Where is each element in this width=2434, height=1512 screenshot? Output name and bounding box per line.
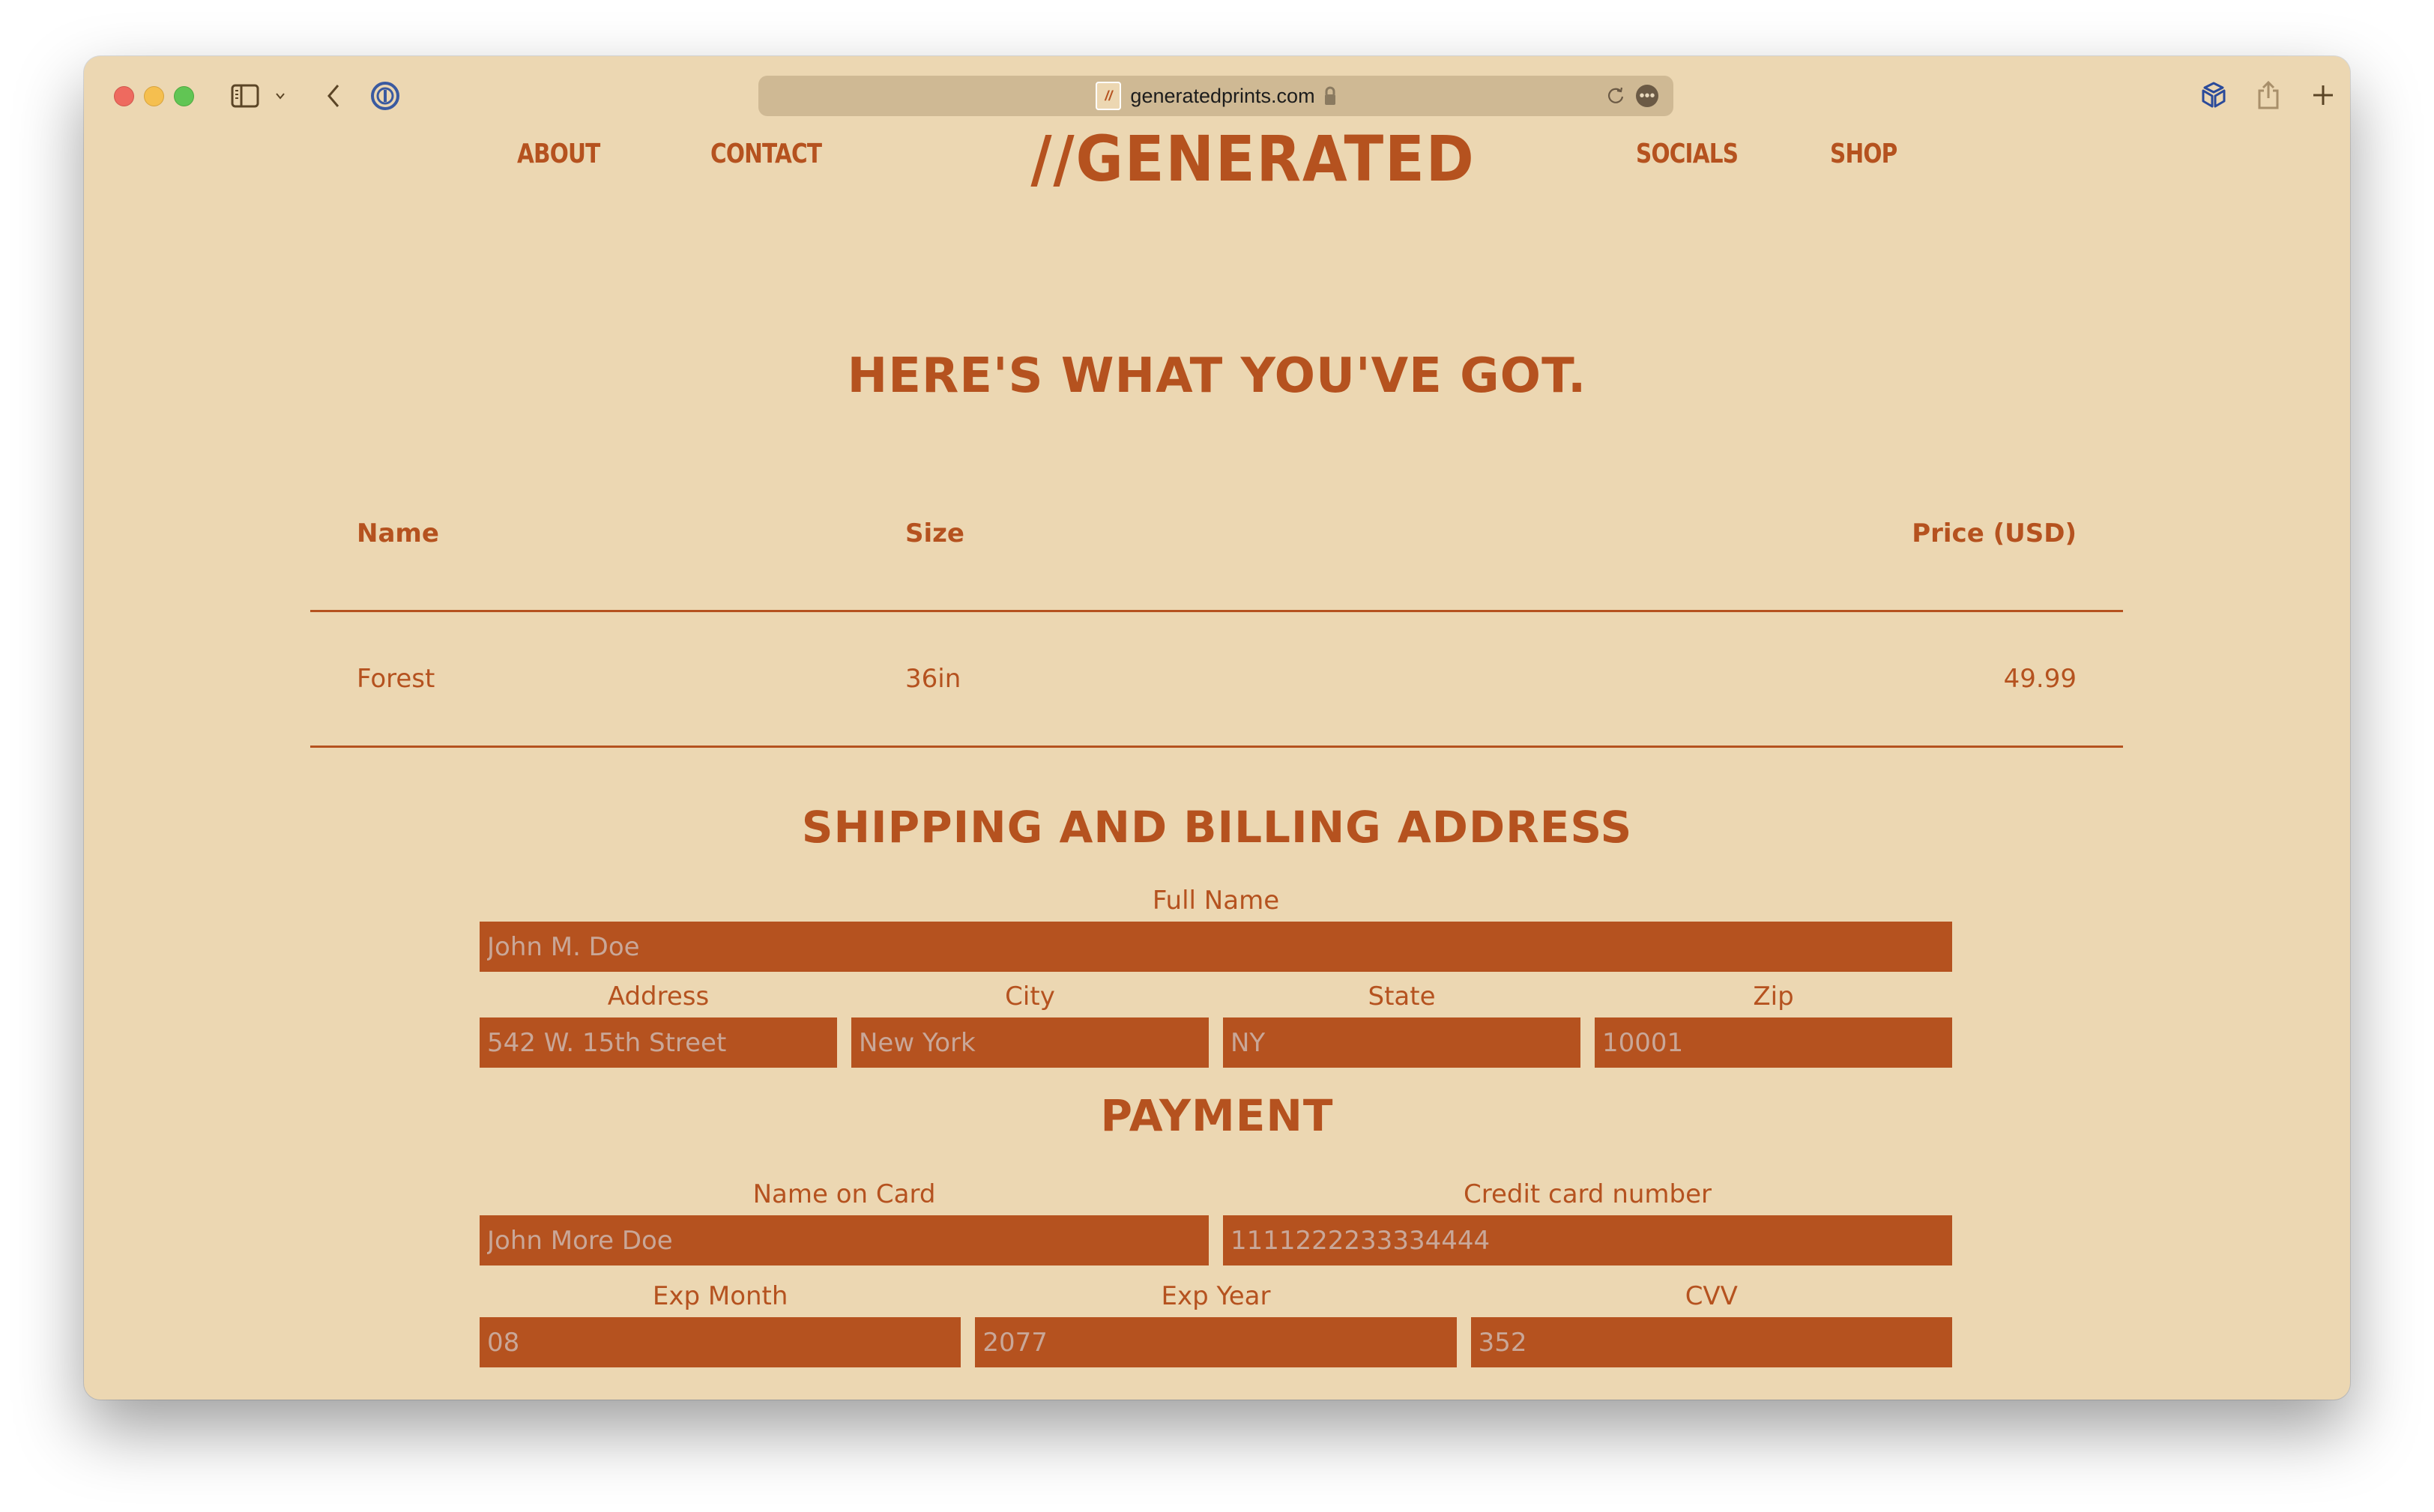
url-text[interactable]: generatedprints.com [1130, 85, 1314, 108]
shipping-form-row-2: Address City State Zip [480, 976, 1952, 1068]
payment-heading: PAYMENT [1100, 1090, 1334, 1141]
state-label: State [1368, 982, 1436, 1011]
zip-input[interactable] [1595, 1017, 1952, 1068]
new-tab-plus-icon[interactable] [2307, 79, 2340, 112]
browser-window: // generatedprints.com ••• ABOUT CONTACT… [84, 56, 2350, 1400]
card-number-input[interactable] [1223, 1215, 1952, 1265]
name-on-card-input[interactable] [480, 1215, 1209, 1265]
column-header-size: Size [905, 518, 964, 548]
city-input[interactable] [851, 1017, 1209, 1068]
cvv-input[interactable] [1470, 1317, 1952, 1367]
reload-icon[interactable] [1604, 85, 1627, 107]
cvv-label: CVV [1685, 1281, 1738, 1311]
exp-month-label: Exp Month [652, 1281, 788, 1311]
zoom-window-button[interactable] [174, 86, 194, 106]
column-header-name: Name [357, 518, 439, 548]
nav-shop[interactable]: SHOP [1830, 139, 1897, 169]
exp-month-input[interactable] [480, 1317, 961, 1367]
item-name: Forest [357, 664, 435, 694]
close-window-button[interactable] [114, 86, 134, 106]
site-favicon: // [1096, 82, 1122, 110]
shipping-form-row-1: Full Name [480, 880, 1952, 972]
city-label: City [1005, 982, 1055, 1011]
shipping-heading: SHIPPING AND BILLING ADDRESS [801, 802, 1633, 853]
sidebar-icon[interactable] [230, 80, 260, 112]
nav-socials[interactable]: SOCIALS [1636, 139, 1739, 169]
address-bar[interactable]: // generatedprints.com ••• [758, 76, 1673, 116]
nav-about[interactable]: ABOUT [517, 139, 600, 169]
chevron-down-icon[interactable] [273, 80, 288, 112]
name-on-card-label: Name on Card [752, 1179, 936, 1209]
item-size: 36in [905, 664, 961, 694]
item-price: 49.99 [2003, 664, 2077, 694]
site-logo[interactable]: //GENERATED [1012, 122, 1494, 196]
extension-cube-icon[interactable] [2197, 79, 2230, 112]
password-manager-icon[interactable] [369, 80, 402, 112]
share-icon[interactable] [2252, 79, 2285, 112]
payment-form-row-2: Exp Month Exp Year CVV [480, 1276, 1952, 1367]
card-number-label: Credit card number [1463, 1179, 1712, 1209]
cart-heading: HERE'S WHAT YOU'VE GOT. [847, 348, 1587, 404]
cart-table: Name Size Price (USD) Forest 36in 49.99 [310, 461, 2123, 748]
more-icon[interactable]: ••• [1636, 85, 1658, 107]
cart-header-row: Name Size Price (USD) [310, 461, 2123, 612]
lock-icon [1324, 86, 1336, 106]
full-name-label: Full Name [1152, 886, 1280, 916]
minimize-window-button[interactable] [144, 86, 164, 106]
payment-form-row-1: Name on Card Credit card number [480, 1174, 1952, 1265]
exp-year-label: Exp Year [1161, 1281, 1271, 1311]
column-header-price: Price (USD) [1912, 518, 2077, 548]
exp-year-input[interactable] [975, 1317, 1457, 1367]
full-name-input[interactable] [480, 922, 1952, 972]
table-row: Forest 36in 49.99 [310, 612, 2123, 748]
nav-contact[interactable]: CONTACT [710, 139, 822, 169]
address-input[interactable] [480, 1017, 837, 1068]
state-input[interactable] [1223, 1017, 1580, 1068]
address-label: Address [607, 982, 710, 1011]
back-icon[interactable] [322, 80, 345, 112]
zip-label: Zip [1753, 982, 1794, 1011]
